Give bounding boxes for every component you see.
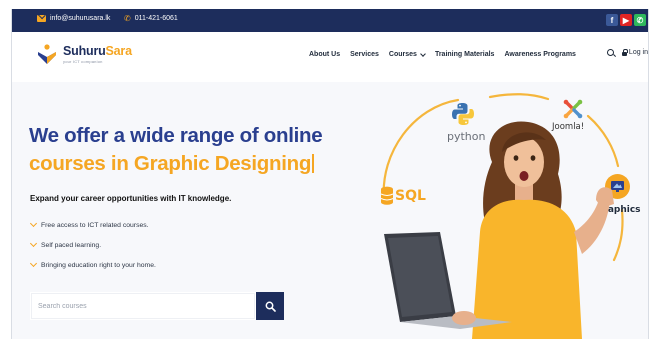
hero-section: We offer a wide range of online courses … [12,82,648,339]
lock-icon [621,48,628,56]
search-courses-input[interactable] [30,292,256,320]
brand-name-part1: Suhuru [63,44,106,58]
nav-courses-label: Courses [388,51,417,58]
whatsapp-icon[interactable]: ✆ [634,14,646,26]
nav-actions: Log in [606,48,648,56]
email-contact[interactable]: info@suhurusara.lk [37,15,110,22]
facebook-icon[interactable]: f [606,14,618,26]
login-label: Log in [628,49,648,56]
top-contact-bar: info@suhurusara.lk ✆ 011-421-6061 f ▶ ✆ [12,9,648,32]
search-icon[interactable] [606,49,614,56]
feature-item: Self paced learning. [29,235,156,255]
hero-headline-line2: courses in Graphic Designing [29,152,314,176]
email-text: info@suhurusara.lk [50,15,111,22]
nav-training-materials[interactable]: Training Materials [435,51,495,58]
nav-about-us[interactable]: About Us [309,51,340,58]
main-navbar: SuhuruSara your ICT companion About Us S… [12,32,648,82]
mail-icon [37,15,46,22]
social-links: f ▶ ✆ [606,14,646,26]
feature-item: Bringing education right to your home. [29,255,156,275]
nav-services[interactable]: Services [350,51,379,58]
chevron-down-icon [29,259,38,268]
brand-name: SuhuruSara [63,44,132,58]
logo-mark-icon [38,44,56,64]
primary-menu: About Us Services Courses Training Mater… [309,50,576,58]
search-courses-button[interactable] [256,292,284,320]
phone-text: 011-421-6061 [134,15,178,22]
search-icon [265,301,276,312]
phone-contact[interactable]: ✆ 011-421-6061 [124,14,178,23]
site-logo[interactable]: SuhuruSara your ICT companion [36,43,132,65]
chevron-down-icon [29,219,38,228]
course-search [30,292,284,320]
nav-awareness-programs[interactable]: Awareness Programs [504,51,575,58]
hero-illustration: python Joomla! SQL Graphics [352,82,648,339]
browser-viewport: info@suhurusara.lk ✆ 011-421-6061 f ▶ ✆ … [11,9,649,339]
typing-caret [312,154,314,173]
hero-headline-line1: We offer a wide range of online [29,124,323,147]
nav-courses[interactable]: Courses [388,50,426,58]
brand-name-part2: Sara [105,44,133,58]
feature-list: Free access to ICT related courses. Self… [29,215,156,275]
login-link[interactable]: Log in [621,48,648,56]
phone-icon: ✆ [124,14,131,23]
hero-subheadline: Expand your career opportunities with IT… [30,194,232,203]
student-with-laptop-image [384,121,614,339]
chevron-down-icon [420,50,426,57]
youtube-icon[interactable]: ▶ [620,14,632,26]
hero-headline-line2-text: courses in Graphic Designing [29,152,312,175]
chevron-down-icon [29,239,38,248]
brand-tagline: your ICT companion [63,59,103,64]
feature-text: Self paced learning. [41,241,102,249]
feature-text: Free access to ICT related courses. [41,221,149,229]
feature-item: Free access to ICT related courses. [29,215,156,235]
feature-text: Bringing education right to your home. [41,261,156,269]
